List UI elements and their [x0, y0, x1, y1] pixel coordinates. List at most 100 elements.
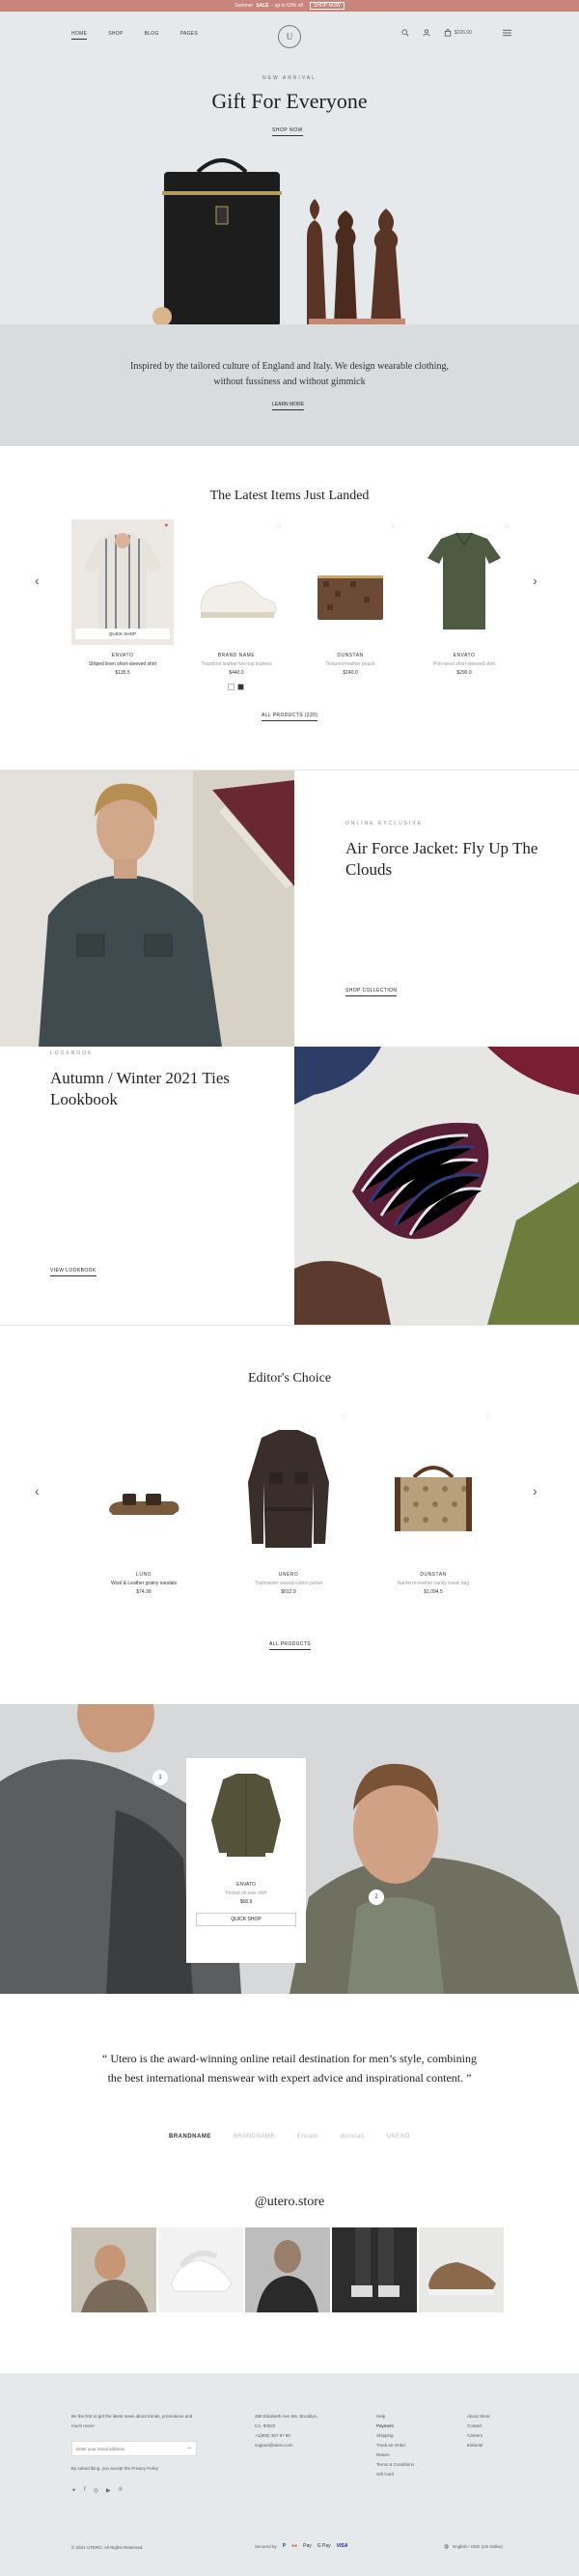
- secured-by-label: Secured by: [255, 2543, 277, 2549]
- footer-link[interactable]: Payment: [376, 2422, 444, 2431]
- footer-link[interactable]: Gift Card: [376, 2470, 444, 2479]
- instagram-photo[interactable]: [419, 2227, 504, 2312]
- instagram-icon[interactable]: ◎: [94, 2487, 98, 2494]
- announcement-text: Summer: [234, 3, 254, 9]
- footer-link[interactable]: Editorial: [467, 2441, 525, 2450]
- product-card[interactable]: LUNO Wool & Leather grainy sandals $74.9…: [81, 1410, 207, 1595]
- all-products-link[interactable]: ALL PRODUCTS: [269, 1641, 311, 1650]
- page: Summer SALE - up to 50% off SHOP NOW HOM…: [0, 0, 579, 2576]
- footer-link[interactable]: Terms & Conditions: [376, 2460, 444, 2470]
- wishlist-heart-icon[interactable]: ♡: [341, 1414, 345, 1420]
- cart-button[interactable]: $226.00: [444, 29, 472, 37]
- product-name[interactable]: Nanterre-leather vanity travel bag: [371, 1581, 496, 1586]
- language-selector[interactable]: ◍ English / USD (US Dollar): [444, 2543, 503, 2550]
- facebook-icon[interactable]: f: [84, 2487, 86, 2494]
- product-name[interactable]: Textured-leather pouch: [299, 661, 401, 667]
- user-icon[interactable]: [423, 29, 430, 37]
- chevron-left-icon[interactable]: ‹: [35, 1483, 40, 1498]
- product-card[interactable]: ♡ UNERO Trailmaster waxed cotton jacket …: [226, 1410, 351, 1595]
- nav-home[interactable]: HOME: [71, 31, 88, 40]
- vanity-bag-image: [395, 1466, 472, 1531]
- product-price: $135.5: [115, 670, 130, 676]
- brand-logo[interactable]: dunstan: [341, 2134, 365, 2140]
- all-products-link[interactable]: ALL PRODUCTS (220): [262, 713, 318, 721]
- product-card[interactable]: ♡ DUNSTAN Nanterre-leather vanity travel…: [371, 1410, 496, 1595]
- hero-shop-button[interactable]: SHOP NOW: [272, 127, 303, 136]
- product-card[interactable]: ♡ BRAND NAME Trackfoot leather low-top t…: [185, 519, 288, 676]
- product-brand: DUNSTAN: [420, 1572, 447, 1578]
- chevron-right-icon[interactable]: ›: [533, 573, 538, 588]
- arrow-right-icon[interactable]: →: [186, 2445, 192, 2450]
- announcement-link[interactable]: SHOP NOW: [309, 2, 345, 10]
- footer-link[interactable]: Shipping: [376, 2431, 444, 2441]
- lookbook-title: Autumn / Winter 2021 Ties Lookbook: [50, 1069, 231, 1108]
- waxed-jacket-image: [248, 1430, 329, 1548]
- instagram-photo[interactable]: [332, 2227, 417, 2312]
- product-name[interactable]: Trackfoot leather low-top trainers: [185, 661, 288, 667]
- footer-link[interactable]: Return: [376, 2450, 444, 2460]
- chevron-right-icon[interactable]: ›: [533, 1483, 538, 1498]
- promo-image-jacket: [0, 770, 294, 1047]
- product-image: ♡: [413, 519, 515, 645]
- product-card[interactable]: ♥ QUICK SHOP ENVATO Striped linen short-…: [71, 519, 174, 676]
- nav-pages[interactable]: PAGES: [180, 31, 198, 40]
- wishlist-heart-icon[interactable]: ♡: [485, 1414, 490, 1420]
- wishlist-heart-icon[interactable]: ♡: [391, 523, 396, 530]
- copyright: © 2021 UTERO. All Rights Reserved.: [71, 2545, 144, 2550]
- lookbook-quick-shop-button[interactable]: QUICK SHOP: [196, 1913, 296, 1926]
- wishlist-heart-icon[interactable]: ♡: [505, 523, 510, 530]
- brand-logo[interactable]: BRANDNAME: [169, 2134, 211, 2140]
- phone-number[interactable]: +1(800) 367 87 90: [255, 2431, 361, 2441]
- newsletter-input-wrapper: →: [71, 2441, 197, 2456]
- pinterest-icon[interactable]: ℗: [119, 2487, 123, 2494]
- footer-link[interactable]: Careers: [467, 2431, 525, 2441]
- lookbook-product-price: $68.9: [239, 1899, 253, 1905]
- support-email[interactable]: support@utero.com: [255, 2441, 361, 2450]
- intro-section: Inspired by the tailored culture of Engl…: [0, 324, 579, 446]
- brand-logo[interactable]: UNERO: [387, 2134, 410, 2140]
- menu-icon[interactable]: [503, 29, 511, 37]
- instagram-photo[interactable]: [158, 2227, 243, 2312]
- brand-logo[interactable]: BRANDNAME: [234, 2134, 275, 2140]
- footer-link[interactable]: Contact: [467, 2422, 525, 2431]
- wishlist-heart-icon[interactable]: ♥: [164, 523, 168, 529]
- hotspot-1[interactable]: 1: [152, 1770, 168, 1785]
- divider: [0, 1325, 579, 1326]
- photo-legs-boots: [351, 2227, 400, 2297]
- hotspot-2[interactable]: 2: [369, 1890, 384, 1905]
- nav-shop[interactable]: SHOP: [108, 31, 123, 40]
- cart-total: $226.00: [454, 30, 472, 36]
- lookbook-product-name[interactable]: Pocket oil-wax shirt: [186, 1890, 306, 1896]
- product-name[interactable]: Trailmaster waxed cotton jacket: [226, 1581, 351, 1586]
- instagram-photo[interactable]: [245, 2227, 330, 2312]
- lookbook-product-card[interactable]: ENVATO Pocket oil-wax shirt $68.9 QUICK …: [186, 1758, 306, 1963]
- instagram-grid: [71, 2227, 504, 2312]
- chevron-left-icon[interactable]: ‹: [35, 573, 40, 588]
- color-swatch-black[interactable]: [237, 684, 244, 690]
- site-logo[interactable]: U: [278, 25, 301, 48]
- view-lookbook-link[interactable]: VIEW LOOKBOOK: [50, 1268, 96, 1276]
- instagram-photo[interactable]: [71, 2227, 156, 2312]
- footer-link[interactable]: About Store: [467, 2412, 525, 2422]
- product-name[interactable]: Wool & Leather grainy sandals: [81, 1581, 207, 1586]
- footer-link[interactable]: Track an Order: [376, 2441, 444, 2450]
- twitter-icon[interactable]: ✦: [71, 2487, 76, 2494]
- brand-logo[interactable]: Envato: [297, 2134, 318, 2140]
- color-swatch-white[interactable]: [228, 684, 234, 690]
- paypal-icon: P: [282, 2543, 287, 2549]
- search-icon[interactable]: [401, 29, 409, 37]
- lookbook-eyebrow: LOOKBOOK: [50, 1050, 94, 1056]
- nav-blog[interactable]: BLOG: [145, 31, 159, 40]
- product-name[interactable]: Striped linen short-sleeved shirt: [71, 661, 174, 667]
- footer-link[interactable]: Help: [376, 2412, 444, 2422]
- newsletter-text: Be the first to get the latest news abou…: [71, 2414, 193, 2428]
- quick-shop-button[interactable]: QUICK SHOP: [75, 629, 170, 639]
- product-card[interactable]: ♡ ENVATO Polo wool short-sleeved shirt $…: [413, 519, 515, 676]
- wishlist-heart-icon[interactable]: ♡: [277, 523, 282, 530]
- newsletter-email-input[interactable]: [76, 2445, 180, 2453]
- youtube-icon[interactable]: ▶: [106, 2487, 111, 2494]
- product-card[interactable]: ♡ DUNSTAN Textured-leather pouch $140.0: [299, 519, 401, 676]
- shop-collection-link[interactable]: SHOP COLLECTION: [345, 988, 398, 996]
- product-name[interactable]: Polo wool short-sleeved shirt: [413, 661, 515, 667]
- learn-more-link[interactable]: LEARN MORE: [272, 402, 305, 410]
